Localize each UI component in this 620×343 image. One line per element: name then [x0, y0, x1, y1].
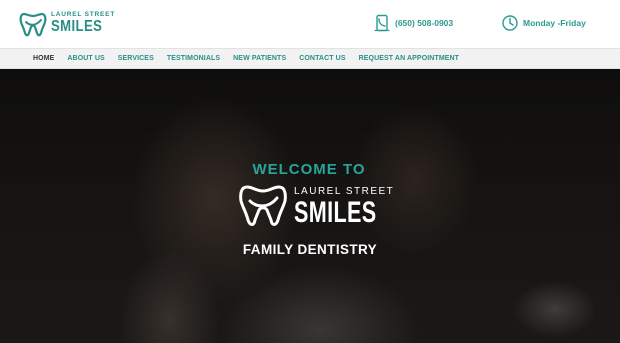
hours-text: Monday -Friday	[523, 18, 586, 28]
hero-logo: LAUREL STREET SMILES	[237, 180, 393, 230]
office-hours: Monday -Friday	[501, 13, 586, 33]
nav-testimonials[interactable]: TESTIMONIALS	[167, 55, 220, 62]
hero-welcome-text: WELCOME TO	[252, 161, 366, 178]
tooth-logo-icon	[19, 12, 47, 37]
nav-contact-us[interactable]: CONTACT US	[299, 55, 345, 62]
nav-request-appointment[interactable]: REQUEST AN APPOINTMENT	[359, 55, 459, 62]
phone-number[interactable]: (650) 508-0903	[395, 18, 453, 28]
nav-about-us[interactable]: ABOUT US	[67, 55, 104, 62]
phone-icon	[374, 14, 390, 32]
logo-text-main: SMILES	[51, 18, 103, 35]
nav-services[interactable]: SERVICES	[118, 55, 154, 62]
hero-banner: WELCOME TO LAUREL STREET SMILES FAMILY D…	[0, 69, 620, 343]
phone-contact[interactable]: (650) 508-0903	[373, 13, 453, 33]
hero-tagline: FAMILY DENTISTRY	[242, 242, 378, 257]
main-navigation: HOME ABOUT US SERVICES TESTIMONIALS NEW …	[0, 48, 620, 69]
nav-new-patients[interactable]: NEW PATIENTS	[233, 55, 286, 62]
tooth-logo-icon	[239, 185, 287, 226]
hero-logo-text-main: SMILES	[294, 196, 377, 229]
site-header: LAUREL STREET SMILES (650) 508-0903 Mond…	[0, 0, 620, 48]
site-logo[interactable]: LAUREL STREET SMILES	[18, 9, 114, 39]
nav-home[interactable]: HOME	[33, 55, 54, 62]
logo-text-top: LAUREL STREET	[51, 11, 116, 18]
clock-icon	[502, 15, 518, 31]
